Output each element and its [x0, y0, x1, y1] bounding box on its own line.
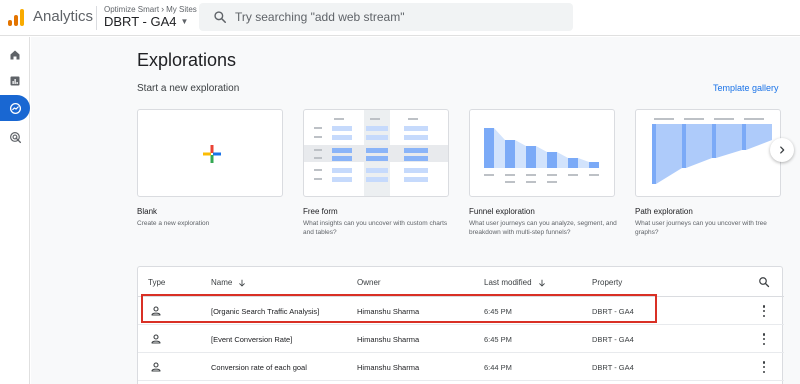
column-header-property[interactable]: Property [592, 278, 622, 287]
nav-item-explore[interactable] [0, 95, 30, 121]
carousel-next-button[interactable] [770, 138, 794, 162]
card-desc-free-form: What insights can you uncover with custo… [303, 220, 448, 236]
breadcrumb[interactable]: Optimize Smart › My Sites [104, 4, 197, 14]
card-blank[interactable] [137, 109, 283, 197]
highlight-annotation [141, 294, 657, 323]
more-options-icon[interactable] [760, 360, 768, 374]
card-title-blank: Blank [137, 207, 158, 216]
card-title-path: Path exploration [635, 207, 693, 216]
card-title-free-form: Free form [303, 207, 338, 216]
card-desc-funnel: What user journeys can you analyze, segm… [469, 220, 617, 236]
column-label: Type [148, 278, 166, 287]
explore-icon [9, 102, 21, 114]
property-selector[interactable]: DBRT - GA4 ▼ [104, 14, 188, 29]
table-search-icon[interactable] [758, 276, 770, 288]
more-options-icon[interactable] [760, 332, 768, 346]
sort-arrow-down-icon [538, 279, 545, 286]
row-owner: Himanshu Sharma [357, 363, 420, 372]
free-form-illustration [304, 110, 448, 196]
main-content: Explorations Start a new exploration Tem… [31, 37, 800, 384]
card-title-funnel: Funnel exploration [469, 207, 535, 216]
column-label: Owner [357, 278, 381, 287]
breadcrumb-account[interactable]: Optimize Smart [104, 5, 159, 14]
card-free-form[interactable] [303, 109, 449, 197]
chevron-right-icon [780, 146, 785, 154]
person-icon [151, 362, 161, 372]
column-label: Name [211, 278, 233, 287]
table-header: Type Name Owner Last modified Property [138, 267, 784, 297]
card-desc-path: What user journeys can you uncover with … [635, 220, 767, 236]
home-icon [10, 50, 20, 60]
path-illustration [652, 118, 772, 184]
column-label: Property [592, 278, 623, 287]
property-name: DBRT - GA4 [104, 14, 177, 29]
column-label: Last modified [484, 278, 532, 287]
plus-icon [203, 145, 221, 163]
section-title: Start a new exploration [137, 83, 240, 94]
reports-icon [10, 76, 20, 86]
top-bar: Analytics Optimize Smart › My Sites DBRT… [0, 0, 800, 36]
analytics-logo-icon[interactable] [8, 8, 24, 26]
row-name[interactable]: Conversion rate of each goal [211, 363, 307, 372]
row-owner: Himanshu Sharma [357, 335, 420, 344]
divider [96, 6, 97, 30]
table-row[interactable]: [Event Conversion Rate] Himanshu Sharma … [138, 325, 784, 353]
column-header-type[interactable]: Type [148, 278, 165, 287]
table-row[interactable]: Conversion rate of each goal Himanshu Sh… [138, 353, 784, 381]
breadcrumb-separator-icon: › [161, 4, 165, 14]
card-desc-blank: Create a new exploration [137, 220, 210, 227]
breadcrumb-property-group[interactable]: My Sites [166, 5, 197, 14]
sort-arrow-down-icon [239, 279, 246, 286]
more-options-icon[interactable] [760, 304, 768, 318]
page-title: Explorations [137, 50, 237, 70]
column-header-last-modified[interactable]: Last modified [484, 278, 546, 287]
nav-item-reports[interactable] [0, 68, 30, 94]
column-header-owner[interactable]: Owner [357, 278, 381, 287]
search-bar[interactable] [199, 3, 573, 31]
person-icon [151, 334, 161, 344]
dropdown-caret-icon: ▼ [180, 17, 189, 26]
funnel-illustration [484, 128, 599, 183]
card-path[interactable] [635, 109, 781, 197]
left-nav [0, 37, 30, 384]
search-icon [214, 11, 227, 24]
row-name[interactable]: [Event Conversion Rate] [211, 335, 292, 344]
card-funnel[interactable] [469, 109, 615, 197]
template-gallery-link[interactable]: Template gallery [713, 83, 779, 93]
advertising-icon [9, 131, 21, 143]
explorations-table: Type Name Owner Last modified Property [… [137, 266, 784, 384]
app-title: Analytics [33, 8, 94, 25]
search-input[interactable] [235, 7, 555, 27]
row-last-modified: 6:44 PM [484, 363, 512, 372]
nav-item-advertising[interactable] [0, 124, 30, 150]
row-last-modified: 6:45 PM [484, 335, 512, 344]
nav-item-home[interactable] [0, 42, 30, 68]
row-property: DBRT - GA4 [592, 335, 634, 344]
row-property: DBRT - GA4 [592, 363, 634, 372]
column-header-name[interactable]: Name [211, 278, 246, 287]
